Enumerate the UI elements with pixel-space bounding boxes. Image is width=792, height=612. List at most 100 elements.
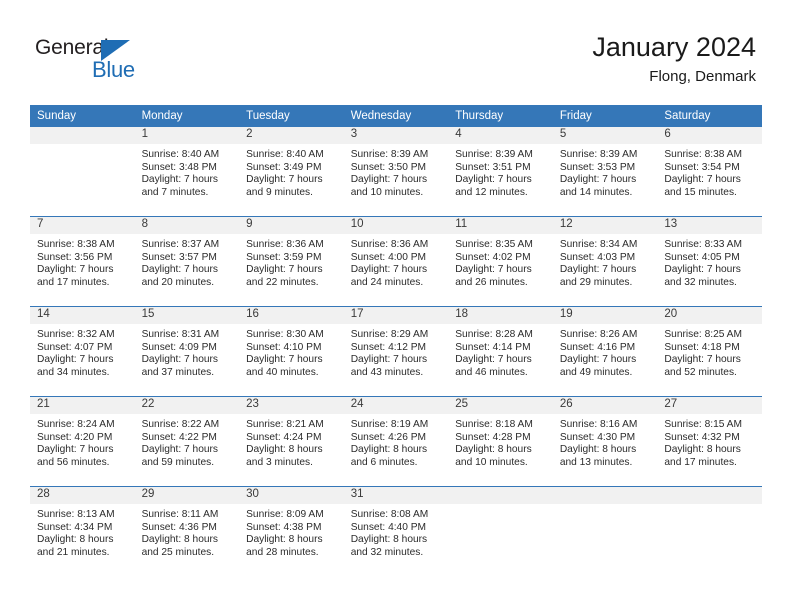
daylight-text-line2: and 12 minutes. <box>455 186 528 198</box>
calendar-day-cell[interactable]: 18 Sunrise: 8:28 AM Sunset: 4:14 PM Dayligh… <box>448 306 553 397</box>
calendar-day-cell[interactable]: 2 Sunrise: 8:40 AM Sunset: 3:49 PM Daylight… <box>239 127 344 217</box>
day-cell-inner: 16 Sunrise: 8:30 AM Sunset: 4:10 PM Dayligh… <box>239 307 344 396</box>
day-cell-inner: 2 Sunrise: 8:40 AM Sunset: 3:49 PM Daylight… <box>239 127 344 216</box>
day-cell-inner: 31 Sunrise: 8:08 AM Sunset: 4:40 PM Dayligh… <box>343 487 449 576</box>
calendar-day-cell[interactable]: 29 Sunrise: 8:11 AM Sunset: 4:36 PM Dayligh… <box>134 486 240 576</box>
day-number: 9 <box>239 217 344 234</box>
sunset-text: Sunset: 4:32 PM <box>664 431 740 443</box>
calendar-day-cell-empty <box>448 486 553 576</box>
calendar-day-cell[interactable]: 1 Sunrise: 8:40 AM Sunset: 3:48 PM Daylight… <box>134 127 240 217</box>
calendar-day-cell[interactable]: 16 Sunrise: 8:30 AM Sunset: 4:10 PM Dayligh… <box>239 306 344 397</box>
daylight-text-line2: and 26 minutes. <box>455 276 528 288</box>
calendar-day-cell[interactable]: 17 Sunrise: 8:29 AM Sunset: 4:12 PM Dayligh… <box>343 306 449 397</box>
calendar-day-cell[interactable]: 12 Sunrise: 8:34 AM Sunset: 4:03 PM Dayligh… <box>552 216 658 307</box>
day-cell-details: Sunrise: 8:35 AM Sunset: 4:02 PM Daylight:… <box>448 234 553 306</box>
calendar-day-cell[interactable]: 13 Sunrise: 8:33 AM Sunset: 4:05 PM Dayligh… <box>657 216 762 307</box>
weekday-header-wednesday: Wednesday <box>343 105 449 127</box>
daylight-text-line2: and 52 minutes. <box>664 366 737 378</box>
calendar-day-cell[interactable]: 10 Sunrise: 8:36 AM Sunset: 4:00 PM Dayligh… <box>343 216 449 307</box>
day-cell-inner: 3 Sunrise: 8:39 AM Sunset: 3:50 PM Daylight… <box>343 127 449 216</box>
day-number: 17 <box>343 307 449 324</box>
daylight-text-line2: and 3 minutes. <box>246 456 313 468</box>
day-cell-details: Sunrise: 8:39 AM Sunset: 3:50 PM Daylight:… <box>343 144 449 216</box>
calendar-day-cell[interactable]: 14 Sunrise: 8:32 AM Sunset: 4:07 PM Dayligh… <box>30 306 135 397</box>
calendar-day-cell[interactable]: 9 Sunrise: 8:36 AM Sunset: 3:59 PM Daylight… <box>239 216 344 307</box>
sunset-text: Sunset: 3:48 PM <box>141 161 217 173</box>
calendar-day-cell[interactable]: 15 Sunrise: 8:31 AM Sunset: 4:09 PM Dayligh… <box>134 306 240 397</box>
calendar-day-cell[interactable]: 26 Sunrise: 8:16 AM Sunset: 4:30 PM Dayligh… <box>552 396 658 487</box>
day-cell-details: Sunrise: 8:32 AM Sunset: 4:07 PM Daylight:… <box>30 324 135 396</box>
calendar-day-cell[interactable]: 27 Sunrise: 8:15 AM Sunset: 4:32 PM Dayligh… <box>657 396 762 487</box>
day-cell-inner <box>552 487 658 576</box>
calendar-week-row: 28 Sunrise: 8:13 AM Sunset: 4:34 PM Dayligh… <box>30 486 762 576</box>
daylight-text-line1: Daylight: 8 hours <box>37 534 114 546</box>
weekday-header-saturday: Saturday <box>657 105 762 127</box>
calendar-day-cell[interactable]: 19 Sunrise: 8:26 AM Sunset: 4:16 PM Dayligh… <box>552 306 658 397</box>
day-number: 4 <box>448 127 553 144</box>
day-cell-details: Sunrise: 8:13 AM Sunset: 4:34 PM Daylight:… <box>30 504 135 576</box>
day-number <box>657 487 762 504</box>
day-cell-inner: 10 Sunrise: 8:36 AM Sunset: 4:00 PM Dayligh… <box>343 217 449 306</box>
sunrise-text: Sunrise: 8:38 AM <box>37 239 115 250</box>
daylight-text-line2: and 13 minutes. <box>559 456 633 468</box>
sunset-text: Sunset: 4:20 PM <box>37 431 113 443</box>
calendar-day-cell[interactable]: 20 Sunrise: 8:25 AM Sunset: 4:18 PM Dayligh… <box>657 306 762 397</box>
day-cell-details: Sunrise: 8:30 AM Sunset: 4:10 PM Daylight:… <box>239 324 344 396</box>
day-number: 29 <box>134 487 240 504</box>
daylight-text-line2: and 59 minutes. <box>141 456 215 468</box>
day-number <box>30 127 135 144</box>
calendar-day-cell[interactable]: 11 Sunrise: 8:35 AM Sunset: 4:02 PM Dayligh… <box>448 216 553 307</box>
day-cell-details: Sunrise: 8:36 AM Sunset: 4:00 PM Daylight:… <box>343 234 449 306</box>
day-cell-inner: 28 Sunrise: 8:13 AM Sunset: 4:34 PM Dayligh… <box>30 487 135 576</box>
sunset-text: Sunset: 4:00 PM <box>350 251 427 263</box>
day-number: 21 <box>30 397 135 414</box>
calendar-day-cell[interactable]: 28 Sunrise: 8:13 AM Sunset: 4:34 PM Dayligh… <box>30 486 135 576</box>
day-cell-details: Sunrise: 8:29 AM Sunset: 4:12 PM Daylight:… <box>343 324 449 396</box>
sunrise-text: Sunrise: 8:19 AM <box>350 419 429 430</box>
day-cell-details: Sunrise: 8:11 AM Sunset: 4:36 PM Daylight:… <box>134 504 240 576</box>
calendar-week-row: 21 Sunrise: 8:24 AM Sunset: 4:20 PM Dayligh… <box>30 396 762 487</box>
calendar-day-cell[interactable]: 24 Sunrise: 8:19 AM Sunset: 4:26 PM Dayligh… <box>343 396 449 487</box>
day-cell-inner: 19 Sunrise: 8:26 AM Sunset: 4:16 PM Dayligh… <box>552 307 658 396</box>
day-number: 8 <box>134 217 240 234</box>
calendar-day-cell[interactable]: 7 Sunrise: 8:38 AM Sunset: 3:56 PM Daylight… <box>30 216 135 307</box>
title-block: January 2024 Flong, Denmark <box>592 31 756 88</box>
day-number: 26 <box>552 397 658 414</box>
daylight-text-line2: and 56 minutes. <box>37 456 110 468</box>
calendar-day-cell[interactable]: 25 Sunrise: 8:18 AM Sunset: 4:28 PM Dayligh… <box>448 396 553 487</box>
daylight-text-line1: Daylight: 7 hours <box>141 174 219 186</box>
calendar-day-cell[interactable]: 4 Sunrise: 8:39 AM Sunset: 3:51 PM Daylight… <box>448 127 553 217</box>
sunrise-text: Sunrise: 8:21 AM <box>246 419 324 430</box>
sunset-text: Sunset: 4:07 PM <box>37 341 113 353</box>
calendar-day-cell[interactable]: 21 Sunrise: 8:24 AM Sunset: 4:20 PM Dayligh… <box>30 396 135 487</box>
day-cell-details: Sunrise: 8:09 AM Sunset: 4:38 PM Daylight:… <box>239 504 344 576</box>
daylight-text-line1: Daylight: 8 hours <box>664 444 741 456</box>
day-number: 22 <box>134 397 240 414</box>
day-cell-inner: 27 Sunrise: 8:15 AM Sunset: 4:32 PM Dayligh… <box>657 397 762 486</box>
daylight-text-line2: and 10 minutes. <box>455 456 528 468</box>
day-cell-inner: 4 Sunrise: 8:39 AM Sunset: 3:51 PM Daylight… <box>448 127 553 216</box>
calendar-day-cell[interactable]: 6 Sunrise: 8:38 AM Sunset: 3:54 PM Daylight… <box>657 127 762 217</box>
day-cell-details: Sunrise: 8:38 AM Sunset: 3:56 PM Daylight:… <box>30 234 135 306</box>
sunset-text: Sunset: 3:50 PM <box>350 161 427 173</box>
calendar-day-cell[interactable]: 31 Sunrise: 8:08 AM Sunset: 4:40 PM Dayligh… <box>343 486 449 576</box>
calendar-day-cell[interactable]: 23 Sunrise: 8:21 AM Sunset: 4:24 PM Dayligh… <box>239 396 344 487</box>
calendar-day-cell-empty <box>657 486 762 576</box>
day-number <box>448 487 553 504</box>
daylight-text-line2: and 7 minutes. <box>141 186 209 198</box>
sunrise-text: Sunrise: 8:28 AM <box>455 329 533 340</box>
calendar-day-cell[interactable]: 3 Sunrise: 8:39 AM Sunset: 3:50 PM Daylight… <box>343 127 449 217</box>
calendar-day-cell[interactable]: 5 Sunrise: 8:39 AM Sunset: 3:53 PM Daylight… <box>552 127 658 217</box>
day-cell-details: Sunrise: 8:08 AM Sunset: 4:40 PM Daylight:… <box>343 504 449 576</box>
calendar-day-cell[interactable]: 30 Sunrise: 8:09 AM Sunset: 4:38 PM Dayligh… <box>239 486 344 576</box>
daylight-text-line1: Daylight: 7 hours <box>37 264 114 276</box>
day-cell-inner: 12 Sunrise: 8:34 AM Sunset: 4:03 PM Dayligh… <box>552 217 658 306</box>
day-cell-inner: 26 Sunrise: 8:16 AM Sunset: 4:30 PM Dayligh… <box>552 397 658 486</box>
sunset-text: Sunset: 4:36 PM <box>141 521 217 533</box>
calendar-day-cell[interactable]: 8 Sunrise: 8:37 AM Sunset: 3:57 PM Daylight… <box>134 216 240 307</box>
daylight-text-line1: Daylight: 7 hours <box>664 264 741 276</box>
calendar-day-cell[interactable]: 22 Sunrise: 8:22 AM Sunset: 4:22 PM Dayligh… <box>134 396 240 487</box>
weekday-header-monday: Monday <box>134 105 240 127</box>
daylight-text-line2: and 32 minutes. <box>664 276 737 288</box>
day-number: 7 <box>30 217 135 234</box>
